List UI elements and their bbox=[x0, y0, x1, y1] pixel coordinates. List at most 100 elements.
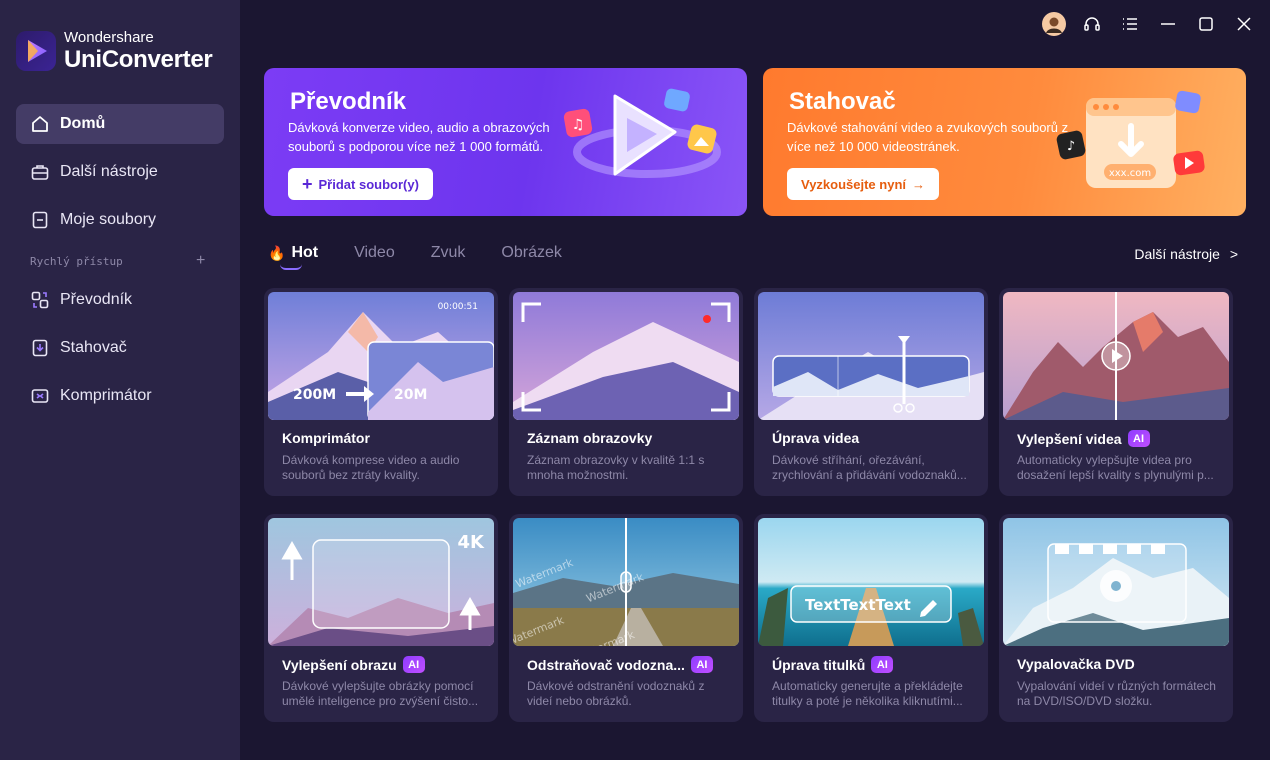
menu-button[interactable] bbox=[1118, 12, 1142, 36]
close-icon bbox=[1237, 17, 1251, 31]
menu-icon bbox=[1123, 18, 1137, 30]
more-tools-link[interactable]: Další nástroje > bbox=[1134, 246, 1238, 262]
tab-label: Video bbox=[354, 244, 395, 261]
card-title: Úprava videa bbox=[772, 430, 860, 446]
sidebar: Wondershare UniConverter Domů Další nást… bbox=[0, 0, 240, 760]
card-desc: Dávkové odstranění vodoznaků z videí neb… bbox=[527, 679, 705, 708]
tool-card-dvd-burner[interactable]: Vypalovačka DVD Vypalování videí v různý… bbox=[999, 514, 1233, 722]
support-button[interactable] bbox=[1080, 12, 1104, 36]
image-enhancer-thumbnail: 4K bbox=[268, 518, 494, 646]
card-desc: Dávková komprese video a audio souborů b… bbox=[282, 453, 460, 482]
sidebar-item-downloader[interactable]: Stahovač bbox=[16, 328, 224, 368]
card-desc: Automaticky generujte a překládejte titu… bbox=[772, 679, 963, 708]
tab-label: Zvuk bbox=[430, 244, 466, 261]
home-icon bbox=[32, 116, 48, 132]
tool-card-screen-recorder[interactable]: Záznam obrazovky Záznam obrazovky v kval… bbox=[509, 288, 743, 496]
maximize-icon bbox=[1199, 17, 1213, 31]
tool-card-watermark-remover[interactable]: Watermark Watermark Watermark Watermark … bbox=[509, 514, 743, 722]
tool-card-video-enhancer[interactable]: Vylepšení videa AI Automaticky vylepšujte… bbox=[999, 288, 1233, 496]
card-title: Úprava titulků AI bbox=[772, 656, 894, 673]
converter-illustration: ♫ bbox=[563, 88, 721, 178]
svg-text:♫: ♫ bbox=[572, 117, 585, 133]
downloader-icon bbox=[32, 339, 48, 357]
size-before-label: 200M bbox=[293, 387, 336, 403]
try-now-label: Vyzkoušejte nyní bbox=[801, 176, 906, 192]
add-files-button[interactable]: + Přidat soubor(y) bbox=[288, 168, 433, 200]
card-title: Vylepšení videa AI bbox=[1017, 430, 1150, 447]
ai-badge: AI bbox=[690, 656, 713, 673]
sidebar-item-converter[interactable]: Převodník bbox=[16, 280, 224, 320]
converter-icon bbox=[31, 291, 49, 309]
video-editor-thumbnail bbox=[758, 292, 984, 420]
card-desc: Dávkové stříhání, ořezávání, zrychlování… bbox=[772, 453, 967, 482]
tab-audio[interactable]: Zvuk bbox=[431, 244, 466, 262]
sidebar-item-label: Převodník bbox=[60, 291, 133, 308]
card-title: Záznam obrazovky bbox=[527, 430, 653, 446]
files-icon bbox=[32, 211, 48, 229]
sidebar-item-my-files[interactable]: Moje soubory bbox=[16, 200, 224, 240]
card-desc: Automaticky vylepšujte videa pro dosažen… bbox=[1017, 453, 1214, 482]
sidebar-item-more-tools[interactable]: Další nástroje bbox=[16, 152, 224, 192]
tool-card-image-enhancer[interactable]: 4K Vylepšení obrazu AI Dávkové vylepšujte… bbox=[264, 514, 498, 722]
downloader-banner-title: Stahovač bbox=[789, 88, 896, 115]
sidebar-item-label: Moje soubory bbox=[60, 211, 157, 228]
tab-label: Hot bbox=[291, 244, 319, 261]
watermark-remover-thumbnail: Watermark Watermark Watermark Watermark bbox=[513, 518, 739, 646]
tool-card-video-editor[interactable]: Úprava videa Dávkové stříhání, ořezávání… bbox=[754, 288, 988, 496]
ai-badge: AI bbox=[402, 656, 425, 673]
brand-top: Wondershare bbox=[64, 29, 154, 46]
converter-banner[interactable]: Převodník Dávková konverze video, audio … bbox=[264, 68, 747, 216]
size-after-label: 20M bbox=[394, 387, 427, 403]
quick-access-label: Rychlý přístup bbox=[30, 255, 123, 268]
dvd-burner-thumbnail bbox=[1003, 518, 1229, 646]
sidebar-item-label: Další nástroje bbox=[60, 163, 158, 180]
compressor-thumbnail: 00:00:51 200M 20M bbox=[268, 292, 494, 420]
tool-card-subtitle-editor[interactable]: TextTextText Úprava titulků AI Automatick… bbox=[754, 514, 988, 722]
flame-icon: 🔥 bbox=[268, 244, 286, 261]
maximize-button[interactable] bbox=[1194, 12, 1218, 36]
tool-card-compressor[interactable]: 00:00:51 200M 20M Komprimátor Dávková ko… bbox=[264, 288, 498, 496]
downloader-banner[interactable]: Stahovač Dávkové stahování video a zvuko… bbox=[763, 68, 1246, 216]
minimize-button[interactable] bbox=[1156, 12, 1180, 36]
more-tools-label: Další nástroje bbox=[1134, 246, 1220, 262]
sidebar-item-label: Stahovač bbox=[60, 339, 127, 356]
card-title: Vypalovačka DVD bbox=[1017, 656, 1135, 672]
tab-label: Obrázek bbox=[501, 244, 562, 261]
card-desc: Vypalování videí v různých formátech na … bbox=[1017, 679, 1216, 708]
compressor-icon bbox=[31, 389, 49, 403]
tab-hot[interactable]: 🔥 Hot bbox=[268, 244, 319, 270]
arrow-right-icon: → bbox=[912, 176, 925, 192]
close-button[interactable] bbox=[1232, 12, 1256, 36]
add-quick-access-button[interactable]: + bbox=[196, 252, 205, 270]
sidebar-item-label: Komprimátor bbox=[60, 387, 152, 404]
converter-banner-desc: Dávková konverze video, audio a obrazový… bbox=[288, 120, 550, 154]
card-title: Vylepšení obrazu AI bbox=[282, 656, 425, 673]
headset-icon bbox=[1084, 17, 1100, 31]
sidebar-item-home[interactable]: Domů bbox=[16, 104, 224, 144]
downloader-banner-desc: Dávkové stahování video a zvukových soub… bbox=[787, 120, 1069, 154]
user-avatar-button[interactable] bbox=[1042, 12, 1066, 36]
caption-text: TextTextText bbox=[805, 596, 911, 614]
screen-recorder-thumbnail bbox=[513, 292, 739, 420]
tab-video[interactable]: Video bbox=[354, 244, 395, 262]
4k-badge: 4K bbox=[458, 532, 486, 553]
uniconverter-logo-icon bbox=[16, 31, 56, 71]
try-now-button[interactable]: Vyzkoušejte nyní → bbox=[787, 168, 939, 200]
video-enhancer-thumbnail bbox=[1003, 292, 1229, 420]
avatar-icon bbox=[1042, 12, 1066, 36]
sidebar-item-label: Domů bbox=[60, 115, 106, 132]
card-desc: Dávkové vylepšujte obrázky pomocí umělé … bbox=[282, 679, 479, 708]
title-bar bbox=[1042, 12, 1256, 36]
duration-label: 00:00:51 bbox=[438, 302, 478, 312]
svg-text:♪: ♪ bbox=[1067, 139, 1075, 154]
minimize-icon bbox=[1161, 23, 1175, 25]
subtitle-editor-thumbnail: TextTextText bbox=[758, 518, 984, 646]
toolbox-icon bbox=[31, 165, 49, 180]
card-title: Komprimátor bbox=[282, 430, 370, 446]
card-desc: Záznam obrazovky v kvalitě 1:1 s mnoha m… bbox=[527, 453, 705, 482]
category-tabs: 🔥 Hot Video Zvuk Obrázek bbox=[268, 244, 598, 270]
sidebar-item-compressor[interactable]: Komprimátor bbox=[16, 376, 224, 416]
tab-image[interactable]: Obrázek bbox=[501, 244, 561, 262]
card-title: Odstraňovač vodozna... AI bbox=[527, 656, 713, 673]
ai-badge: AI bbox=[1127, 430, 1150, 447]
